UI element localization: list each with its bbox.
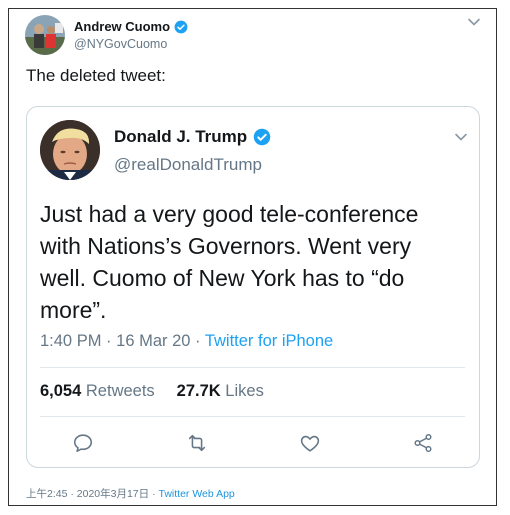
quoted-tweet-meta: 1:40 PM · 16 Mar 20 · Twitter for iPhone [40, 332, 333, 351]
quoted-author-handle[interactable]: @realDonaldTrump [114, 155, 262, 175]
outer-author-name-text: Andrew Cuomo [74, 19, 171, 34]
chevron-down-icon[interactable] [454, 130, 468, 144]
tweet-time[interactable]: 1:40 PM [40, 332, 101, 350]
reply-icon[interactable] [72, 432, 94, 454]
divider [40, 367, 465, 368]
outer-author-handle[interactable]: @NYGovCuomo [74, 37, 167, 51]
quoted-author-name[interactable]: Donald J. Trump [114, 127, 271, 147]
likes-count: 27.7K [176, 382, 221, 400]
outer-tweet-timestamp[interactable]: 上午2:45 · 2020年3月17日 [26, 488, 149, 500]
verified-badge-icon [253, 128, 271, 146]
likes-stat[interactable]: 27.7K Likes [177, 382, 264, 401]
outer-tweet-footer: 上午2:45 · 2020年3月17日 · Twitter Web App [26, 486, 235, 501]
likes-label: Likes [225, 382, 264, 400]
outer-tweet-text: The deleted tweet: [26, 66, 166, 85]
quoted-author-name-text: Donald J. Trump [114, 127, 248, 146]
meta-separator: · [106, 332, 117, 350]
retweets-count: 6,054 [40, 382, 82, 400]
retweets-stat[interactable]: 6,054 Retweets [40, 382, 155, 401]
quoted-tweet-body: Just had a very good tele-conference wit… [40, 201, 419, 323]
share-icon[interactable] [412, 432, 434, 454]
verified-badge-icon [174, 20, 188, 33]
retweet-icon[interactable] [186, 432, 208, 454]
quoted-tweet-stats: 6,054 Retweets 27.7K Likes [40, 382, 264, 401]
outer-avatar[interactable] [25, 15, 65, 55]
like-icon[interactable] [299, 432, 321, 454]
outer-tweet-source-link[interactable]: Twitter Web App [159, 488, 235, 500]
retweets-label: Retweets [85, 382, 155, 400]
divider [40, 416, 465, 417]
chevron-down-icon[interactable] [467, 15, 481, 29]
meta-separator: · [195, 332, 205, 350]
outer-author-name[interactable]: Andrew Cuomo [74, 19, 188, 34]
tweet-date[interactable]: 16 Mar 20 [116, 332, 190, 350]
quoted-avatar[interactable] [40, 120, 100, 180]
tweet-source-link[interactable]: Twitter for iPhone [205, 332, 333, 350]
